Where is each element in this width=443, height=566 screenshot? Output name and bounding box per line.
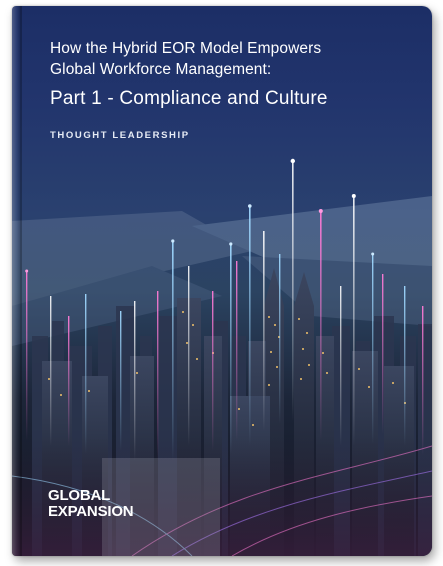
cover-title-line-2: Global Workforce Management:	[50, 61, 272, 78]
brand-line-1: GLOBAL	[48, 487, 111, 504]
brand-line-2: EXPANSION	[48, 503, 134, 520]
ebook-cover: How the Hybrid EOR Model Empowers Global…	[12, 6, 432, 556]
category-label: THOUGHT LEADERSHIP	[50, 130, 190, 141]
brand-logo: GLOBAL EXPANSION	[48, 487, 134, 520]
cover-title-block: How the Hybrid EOR Model Empowers Global…	[50, 38, 412, 141]
cover-title-line-1: How the Hybrid EOR Model Empowers	[50, 40, 322, 57]
part-title: Part 1 - Compliance and Culture	[50, 88, 328, 109]
